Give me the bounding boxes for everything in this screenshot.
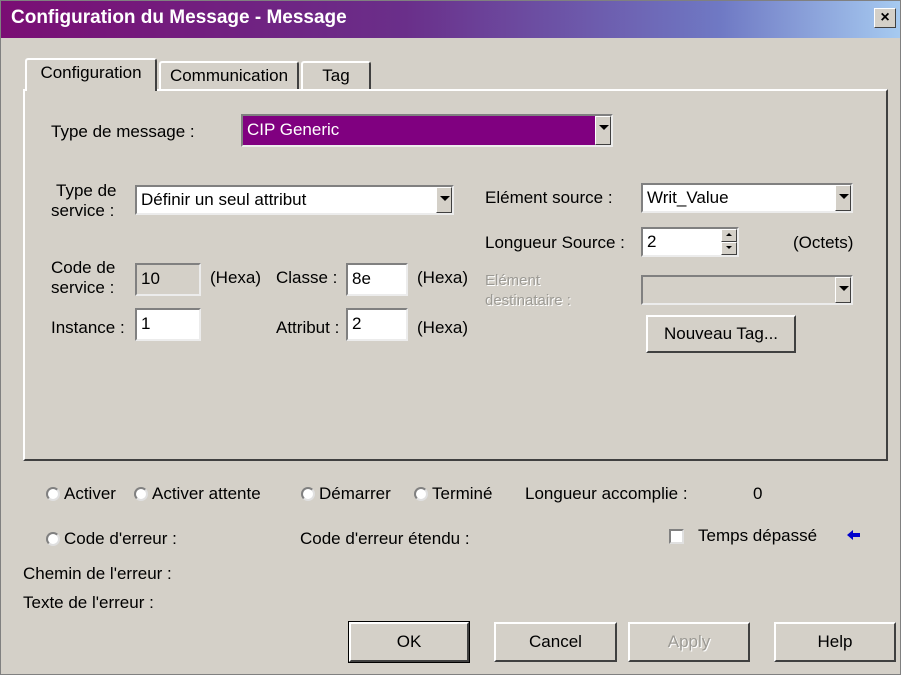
dialog-window: Configuration du Message - Message × Con… bbox=[0, 0, 901, 675]
service-code-unit: (Hexa) bbox=[210, 268, 262, 287]
chevron-down-icon[interactable] bbox=[436, 187, 452, 213]
error-code-indicator bbox=[46, 532, 60, 546]
source-length-label: Longueur Source : bbox=[485, 233, 625, 252]
service-type-select[interactable]: Définir un seul attribut bbox=[135, 185, 454, 215]
error-text-label: Texte de l'erreur : bbox=[23, 593, 154, 612]
ok-button-label: OK bbox=[396, 632, 422, 651]
message-type-select[interactable]: CIP Generic bbox=[241, 114, 613, 147]
service-type-label-1: Type de bbox=[56, 181, 117, 200]
source-length-value: 2 bbox=[647, 232, 657, 251]
class-input[interactable]: 8e bbox=[346, 263, 408, 296]
attribute-input[interactable]: 2 bbox=[346, 308, 408, 341]
source-element-select[interactable]: Writ_Value bbox=[641, 183, 853, 213]
start-indicator bbox=[301, 487, 315, 501]
destination-element-select bbox=[641, 275, 853, 305]
error-code-label: Code d'erreur : bbox=[64, 529, 177, 548]
attribute-unit: (Hexa) bbox=[417, 318, 469, 337]
timeout-checkbox[interactable] bbox=[669, 529, 684, 544]
attribute-label: Attribut : bbox=[276, 318, 340, 337]
activate-wait-label: Activer attente bbox=[152, 484, 261, 503]
class-value: 8e bbox=[352, 269, 371, 288]
arrow-left-icon bbox=[847, 530, 860, 540]
cancel-button-label: Cancel bbox=[529, 632, 582, 651]
message-type-value: CIP Generic bbox=[247, 120, 340, 139]
activate-wait-indicator bbox=[134, 487, 148, 501]
spin-down-icon[interactable] bbox=[721, 242, 737, 255]
class-unit: (Hexa) bbox=[417, 268, 469, 287]
destination-element-label-1: Elément bbox=[485, 272, 541, 289]
source-element-label: Elément source : bbox=[485, 188, 613, 207]
activate-label: Activer bbox=[64, 484, 116, 503]
destination-element-label-2: destinataire : bbox=[485, 292, 571, 309]
service-code-label-1: Code de bbox=[51, 258, 116, 277]
help-button-label: Help bbox=[817, 632, 853, 651]
service-type-label-2: service : bbox=[51, 201, 115, 220]
cancel-button[interactable]: Cancel bbox=[494, 622, 617, 662]
source-length-unit: (Octets) bbox=[793, 233, 854, 252]
new-tag-button-label: Nouveau Tag... bbox=[663, 324, 779, 343]
chevron-down-icon[interactable] bbox=[835, 185, 851, 211]
help-button[interactable]: Help bbox=[774, 622, 896, 662]
start-label: Démarrer bbox=[319, 484, 391, 503]
attribute-value: 2 bbox=[352, 314, 362, 333]
activate-indicator bbox=[46, 487, 60, 501]
extended-error-code-label: Code d'erreur étendu : bbox=[300, 529, 470, 548]
chevron-down-icon[interactable] bbox=[595, 116, 611, 145]
apply-button: Apply bbox=[628, 622, 750, 662]
ok-button[interactable]: OK bbox=[348, 621, 470, 663]
source-length-spinner[interactable]: 2 bbox=[641, 227, 739, 257]
service-code-field: 10 bbox=[135, 263, 201, 296]
instance-value: 1 bbox=[141, 314, 151, 333]
spin-up-icon[interactable] bbox=[721, 229, 737, 242]
service-type-value: Définir un seul attribut bbox=[141, 190, 307, 209]
length-done-value: 0 bbox=[753, 484, 763, 503]
instance-input[interactable]: 1 bbox=[135, 308, 201, 341]
done-label: Terminé bbox=[432, 484, 493, 503]
length-done-label: Longueur accomplie : bbox=[525, 484, 688, 503]
instance-label: Instance : bbox=[51, 318, 125, 337]
done-indicator bbox=[414, 487, 428, 501]
source-element-value: Writ_Value bbox=[647, 188, 729, 207]
service-code-value: 10 bbox=[141, 269, 160, 288]
service-code-label-2: service : bbox=[51, 278, 115, 297]
new-tag-button[interactable]: Nouveau Tag... bbox=[646, 315, 796, 353]
error-path-label: Chemin de l'erreur : bbox=[23, 564, 172, 583]
message-type-label: Type de message : bbox=[51, 122, 195, 141]
class-label: Classe : bbox=[276, 268, 338, 287]
chevron-down-icon bbox=[835, 277, 851, 303]
timeout-label: Temps dépassé bbox=[698, 526, 818, 545]
apply-button-label: Apply bbox=[667, 632, 711, 651]
